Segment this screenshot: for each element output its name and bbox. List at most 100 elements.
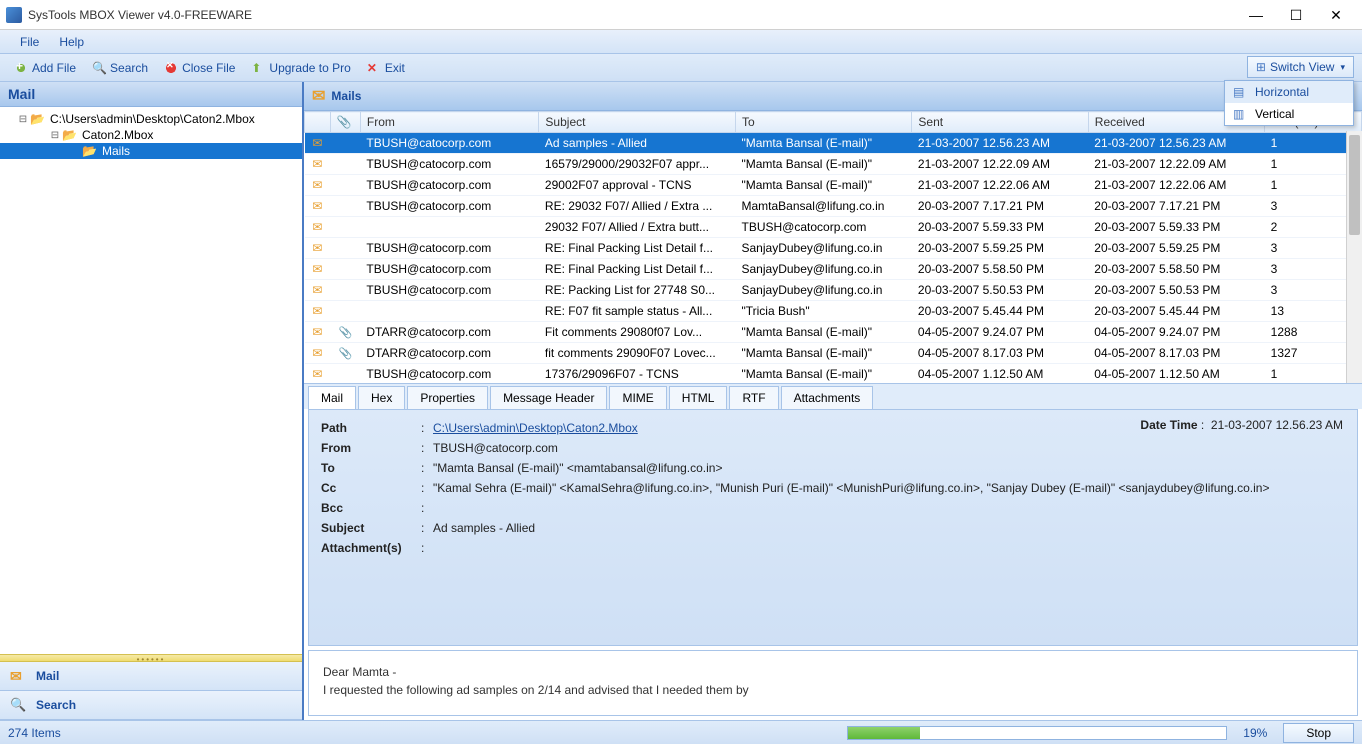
to-label: To: [321, 461, 421, 475]
cell-sent: 20-03-2007 5.59.33 PM: [912, 217, 1088, 238]
mail-row-icon: [312, 283, 322, 297]
folder-icon: [62, 128, 78, 142]
tree-child2[interactable]: Mails: [0, 143, 302, 159]
tab-attachments[interactable]: Attachments: [781, 386, 874, 409]
minimize-button[interactable]: —: [1236, 3, 1276, 27]
table-row[interactable]: TBUSH@catocorp.comRE: 29032 F07/ Allied …: [305, 196, 1362, 217]
menu-help[interactable]: Help: [49, 32, 94, 52]
table-row[interactable]: TBUSH@catocorp.comRE: Final Packing List…: [305, 259, 1362, 280]
menu-file[interactable]: File: [10, 32, 49, 52]
mail-row-icon: [312, 136, 322, 150]
tree-root[interactable]: ⊟C:\Users\admin\Desktop\Caton2.Mbox: [0, 111, 302, 127]
mail-row-icon: [312, 304, 322, 318]
table-row[interactable]: TBUSH@catocorp.comRE: Packing List for 2…: [305, 280, 1362, 301]
progress-fill: [848, 727, 920, 739]
status-items: 274 Items: [8, 726, 61, 740]
cell-to: "Mamta Bansal (E-mail)": [736, 154, 912, 175]
switch-view-button[interactable]: Switch View: [1247, 56, 1354, 78]
switch-horizontal[interactable]: Horizontal: [1225, 81, 1353, 103]
cell-subject: RE: F07 fit sample status - All...: [539, 301, 736, 322]
vertical-icon: [1233, 107, 1247, 121]
cell-to: "Mamta Bansal (E-mail)": [736, 343, 912, 364]
cell-subject: RE: Final Packing List Detail f...: [539, 238, 736, 259]
menubar: File Help: [0, 30, 1362, 54]
cell-to: MamtaBansal@lifung.co.in: [736, 196, 912, 217]
cell-from: [360, 217, 539, 238]
add-icon: [14, 61, 28, 75]
attachment-icon: [338, 346, 352, 360]
cell-from: TBUSH@catocorp.com: [360, 154, 539, 175]
col-subject[interactable]: Subject: [539, 112, 736, 133]
close-file-button[interactable]: Close File: [156, 59, 243, 77]
left-panel: Mail ⊟C:\Users\admin\Desktop\Caton2.Mbox…: [0, 82, 304, 720]
exit-button[interactable]: Exit: [359, 59, 413, 77]
cell-from: [360, 301, 539, 322]
scrollbar-thumb[interactable]: [1349, 135, 1360, 235]
col-to[interactable]: To: [736, 112, 912, 133]
stop-button[interactable]: Stop: [1283, 723, 1354, 743]
body-line1: Dear Mamta -: [323, 665, 1343, 679]
folder-tree: ⊟C:\Users\admin\Desktop\Caton2.Mbox ⊟Cat…: [0, 107, 302, 654]
mail-row-icon: [312, 220, 322, 234]
tab-properties[interactable]: Properties: [407, 386, 488, 409]
nav-mail[interactable]: Mail: [0, 662, 302, 691]
table-row[interactable]: TBUSH@catocorp.com16579/29000/29032F07 a…: [305, 154, 1362, 175]
cell-received: 20-03-2007 5.59.33 PM: [1088, 217, 1264, 238]
cell-sent: 20-03-2007 7.17.21 PM: [912, 196, 1088, 217]
table-row[interactable]: TBUSH@catocorp.comRE: Final Packing List…: [305, 238, 1362, 259]
switch-view-dropdown: Horizontal Vertical: [1224, 80, 1354, 126]
table-row[interactable]: TBUSH@catocorp.com17376/29096F07 - TCNS"…: [305, 364, 1362, 384]
left-header: Mail: [0, 82, 302, 107]
mails-header-label: Mails: [331, 89, 361, 103]
switch-vertical[interactable]: Vertical: [1225, 103, 1353, 125]
tab-html[interactable]: HTML: [669, 386, 728, 409]
upgrade-icon: [251, 61, 265, 75]
col-icon[interactable]: [305, 112, 331, 133]
search-button[interactable]: Search: [84, 59, 156, 77]
close-button[interactable]: ✕: [1316, 3, 1356, 27]
subject-value: Ad samples - Allied: [433, 521, 535, 535]
cell-received: 20-03-2007 7.17.21 PM: [1088, 196, 1264, 217]
cell-from: DTARR@catocorp.com: [360, 343, 539, 364]
mail-row-icon: [312, 241, 322, 255]
cell-subject: 29032 F07/ Allied / Extra butt...: [539, 217, 736, 238]
right-panel: Mails 📎 From Subject To Sent Received Si…: [304, 82, 1362, 720]
tab-mime[interactable]: MIME: [609, 386, 666, 409]
tree-child1[interactable]: ⊟Caton2.Mbox: [0, 127, 302, 143]
tab-message-header[interactable]: Message Header: [490, 386, 607, 409]
cell-received: 04-05-2007 1.12.50 AM: [1088, 364, 1264, 384]
bcc-label: Bcc: [321, 501, 421, 515]
cell-sent: 21-03-2007 12.22.09 AM: [912, 154, 1088, 175]
path-label: Path: [321, 421, 421, 435]
mail-grid-wrap: 📎 From Subject To Sent Received Size(KB)…: [304, 111, 1362, 383]
col-attachment[interactable]: 📎: [330, 112, 360, 133]
path-link[interactable]: C:\Users\admin\Desktop\Caton2.Mbox: [433, 421, 638, 435]
add-file-button[interactable]: Add File: [6, 59, 84, 77]
cell-sent: 21-03-2007 12.56.23 AM: [912, 133, 1088, 154]
nav-search[interactable]: Search: [0, 691, 302, 720]
table-row[interactable]: DTARR@catocorp.comFit comments 29080f07 …: [305, 322, 1362, 343]
titlebar: SysTools MBOX Viewer v4.0-FREEWARE — ☐ ✕: [0, 0, 1362, 30]
tab-hex[interactable]: Hex: [358, 386, 405, 409]
table-row[interactable]: RE: F07 fit sample status - All..."Trici…: [305, 301, 1362, 322]
folder-icon: [82, 144, 98, 158]
tab-mail[interactable]: Mail: [308, 386, 356, 409]
cell-received: 21-03-2007 12.22.06 AM: [1088, 175, 1264, 196]
table-row[interactable]: TBUSH@catocorp.com29002F07 approval - TC…: [305, 175, 1362, 196]
col-from[interactable]: From: [360, 112, 539, 133]
table-row[interactable]: 29032 F07/ Allied / Extra butt...TBUSH@c…: [305, 217, 1362, 238]
table-row[interactable]: DTARR@catocorp.comfit comments 29090F07 …: [305, 343, 1362, 364]
col-sent[interactable]: Sent: [912, 112, 1088, 133]
maximize-button[interactable]: ☐: [1276, 3, 1316, 27]
upgrade-button[interactable]: Upgrade to Pro: [243, 59, 358, 77]
detail-datetime: Date Time : 21-03-2007 12.56.23 AM: [1140, 418, 1343, 432]
cell-to: SanjayDubey@lifung.co.in: [736, 280, 912, 301]
mail-grid: 📎 From Subject To Sent Received Size(KB)…: [304, 111, 1362, 383]
cc-value: "Kamal Sehra (E-mail)" <KamalSehra@lifun…: [433, 481, 1269, 495]
cell-sent: 20-03-2007 5.58.50 PM: [912, 259, 1088, 280]
tab-rtf[interactable]: RTF: [729, 386, 778, 409]
panel-splitter[interactable]: ••••••: [0, 654, 302, 662]
grid-scrollbar[interactable]: [1346, 131, 1362, 383]
table-row[interactable]: TBUSH@catocorp.comAd samples - Allied"Ma…: [305, 133, 1362, 154]
cell-to: TBUSH@catocorp.com: [736, 217, 912, 238]
